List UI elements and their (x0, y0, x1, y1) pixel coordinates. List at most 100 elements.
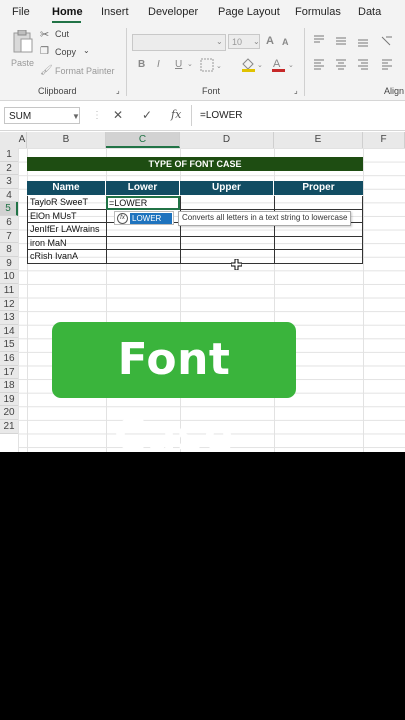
name-cell[interactable]: JenIfEr LAWrains (27, 223, 106, 237)
drag-handle-icon[interactable]: ⋮ (92, 110, 102, 121)
cut-label: Cut (55, 29, 70, 39)
row-header[interactable]: 2 (0, 161, 18, 176)
title-banner: Font Case (52, 322, 296, 452)
alignment-buttons (314, 35, 392, 70)
name-box[interactable]: SUM ▼ (4, 107, 80, 124)
row-header[interactable]: 16 (0, 352, 18, 366)
row-header[interactable]: 9 (0, 256, 18, 271)
borders-icon[interactable]: ⌄ (200, 58, 224, 72)
row-header[interactable]: 11 (0, 284, 18, 298)
active-tab-indicator (52, 21, 81, 23)
row-header[interactable]: 18 (0, 379, 18, 393)
row-header[interactable]: 7 (0, 229, 18, 244)
name-cell[interactable]: cRish IvanA (27, 250, 106, 264)
fill-color-icon[interactable]: ⌄ (240, 56, 264, 73)
dialog-launcher-icon[interactable]: ⌟ (294, 86, 298, 95)
tab-insert[interactable]: Insert (101, 6, 129, 18)
table-cell[interactable] (274, 236, 363, 251)
sheet-title: TYPE OF FONT CASE (27, 157, 363, 171)
autocomplete-item-lower[interactable]: LOWER (130, 213, 172, 224)
row-header[interactable]: 8 (0, 243, 18, 257)
italic-button[interactable]: I (157, 59, 160, 70)
underline-button[interactable]: U (175, 59, 182, 70)
name-cell[interactable]: ElOn MUsT (27, 209, 106, 224)
name-cell[interactable]: iron MaN (27, 236, 106, 251)
bold-button[interactable]: B (138, 59, 145, 70)
function-autocomplete: fx LOWER (114, 211, 174, 225)
tab-home[interactable]: Home (52, 6, 83, 18)
name-cell[interactable]: TayloR SweeT (27, 196, 106, 210)
table-cell[interactable] (274, 250, 363, 264)
chevron-down-icon[interactable]: ⌄ (216, 37, 223, 46)
row-header[interactable]: 1 (0, 148, 18, 162)
table-cell[interactable] (106, 223, 180, 237)
enter-icon[interactable]: ✓ (142, 108, 152, 122)
chevron-down-icon[interactable]: ⌄ (187, 60, 193, 68)
column-header[interactable]: F (363, 132, 405, 148)
column-header-selected[interactable]: C (106, 132, 180, 148)
table-cell[interactable] (106, 250, 180, 264)
increase-font-icon[interactable]: A (266, 35, 274, 47)
row-header[interactable]: 4 (0, 188, 18, 203)
table-cell[interactable] (180, 250, 274, 264)
table-header-proper: Proper (274, 181, 363, 195)
row-header[interactable]: 21 (0, 420, 18, 434)
table-cell[interactable] (180, 196, 274, 210)
formula-bar: SUM ▼ ⋮ ✕ ✓ fx =LOWER (0, 101, 405, 131)
table-cell[interactable] (106, 236, 180, 251)
font-group-label: Font (202, 86, 221, 96)
column-header[interactable]: A (18, 132, 27, 148)
table-header-upper: Upper (180, 181, 274, 195)
formula-input[interactable]: =LOWER (200, 110, 243, 121)
tab-data[interactable]: Data (358, 6, 381, 18)
row-header[interactable]: 10 (0, 270, 18, 284)
scissors-icon: ✂ (40, 29, 50, 41)
tab-file[interactable]: File (12, 6, 30, 18)
chevron-down-icon[interactable]: ⌄ (253, 37, 260, 46)
row-header[interactable]: 19 (0, 392, 18, 407)
clipboard-group-label: Clipboard (38, 86, 77, 96)
table-header-name: Name (27, 181, 106, 195)
row-header[interactable]: 15 (0, 338, 18, 352)
active-cell[interactable]: =LOWER (106, 196, 180, 210)
cell-cursor-icon (231, 259, 242, 270)
copy-button[interactable]: ❐ Copy ⌄ (40, 46, 94, 59)
cancel-icon[interactable]: ✕ (113, 108, 123, 122)
format-painter-label: Format Painter (55, 66, 115, 76)
row-header[interactable]: 6 (0, 216, 18, 230)
table-cell[interactable] (274, 196, 363, 210)
font-name-field[interactable] (132, 34, 226, 51)
decrease-font-icon[interactable]: A (282, 37, 289, 47)
row-header[interactable]: 14 (0, 324, 18, 339)
dialog-launcher-icon[interactable]: ⌟ (116, 86, 120, 95)
row-header[interactable]: 13 (0, 311, 18, 325)
font-color-icon[interactable]: A ⌄ (270, 56, 296, 73)
divider (126, 28, 127, 96)
divider (191, 105, 192, 126)
insert-function-button[interactable]: fx (171, 108, 181, 121)
column-header[interactable]: E (274, 132, 363, 148)
row-header[interactable]: 17 (0, 365, 18, 380)
svg-text:⌄: ⌄ (257, 62, 263, 69)
format-painter-button[interactable]: 🖌 Format Painter (40, 65, 124, 78)
column-header[interactable]: D (180, 132, 274, 148)
paste-button[interactable]: Paste (8, 28, 38, 74)
alignment-group-label: Align (384, 86, 405, 96)
copy-label: Copy (55, 47, 77, 57)
tab-page-layout[interactable]: Page Layout (218, 6, 280, 18)
row-header[interactable]: 3 (0, 175, 18, 189)
row-header[interactable]: 20 (0, 406, 18, 420)
tab-developer[interactable]: Developer (148, 6, 198, 18)
row-header[interactable]: 12 (0, 297, 18, 312)
table-cell[interactable] (180, 236, 274, 251)
tab-formulas[interactable]: Formulas (295, 6, 341, 18)
paintbrush-icon: 🖌 (40, 65, 53, 76)
cut-button[interactable]: ✂ Cut (40, 28, 80, 41)
column-header[interactable]: B (27, 132, 106, 148)
chevron-down-icon[interactable]: ▼ (72, 108, 80, 125)
ribbon: Paste ✂ Cut ❐ Copy ⌄ 🖌 Format Painter Cl… (0, 24, 405, 101)
copy-icon: ❐ (40, 46, 49, 57)
function-tooltip: Converts all letters in a text string to… (178, 211, 352, 226)
select-all-corner[interactable] (0, 132, 18, 148)
row-header-selected[interactable]: 5 (0, 202, 18, 216)
